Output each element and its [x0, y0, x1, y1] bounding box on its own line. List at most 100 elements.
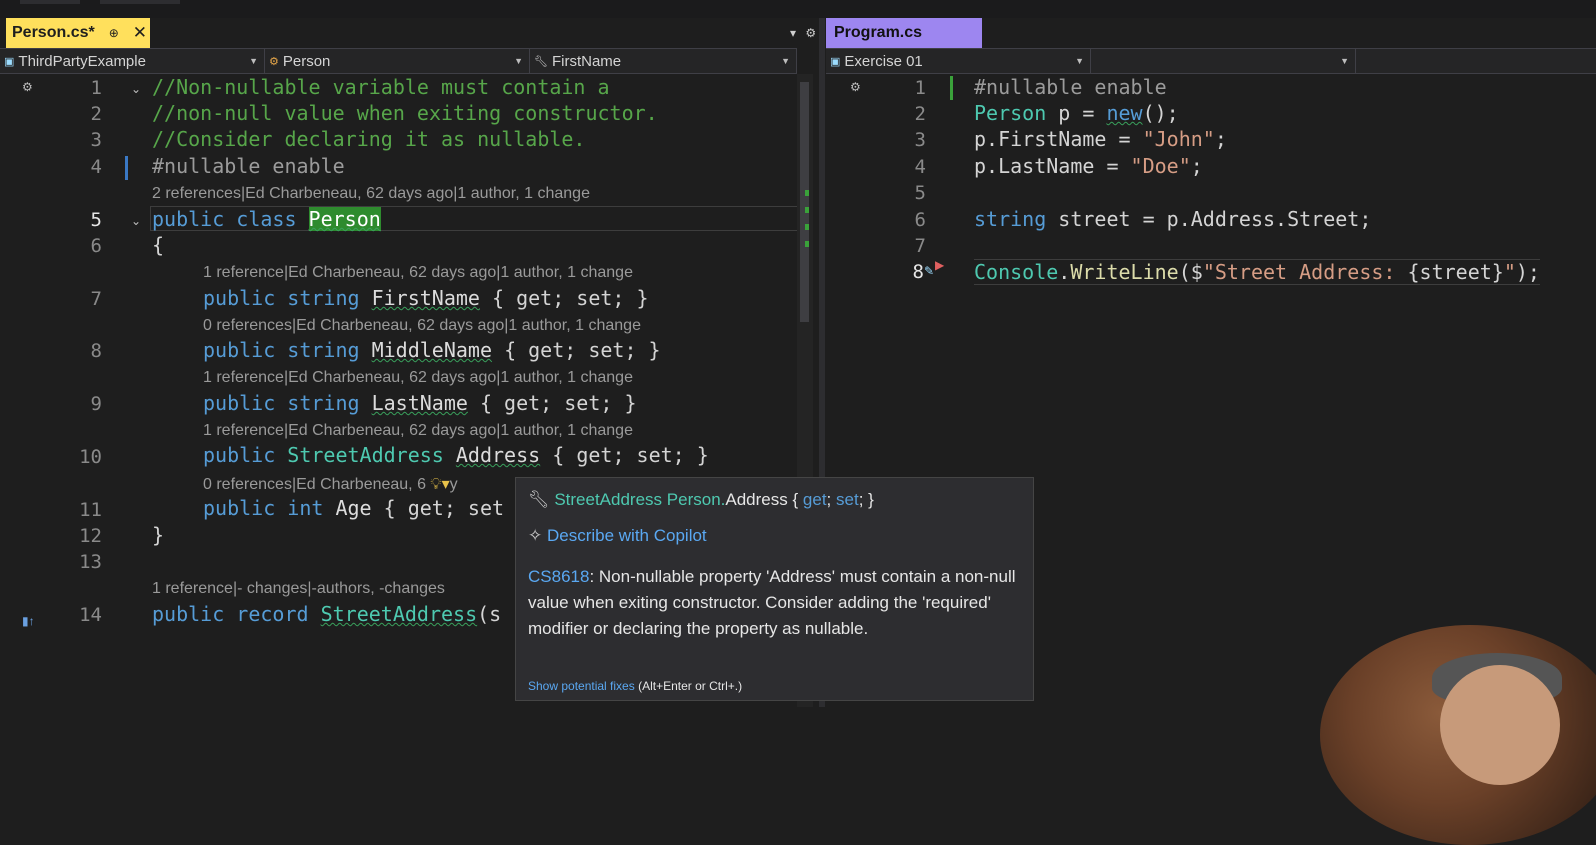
webcam-overlay [1320, 625, 1596, 845]
scrollbar-marker [805, 224, 809, 230]
chevron-down-icon: ▼ [1340, 56, 1349, 66]
string-literal: "Street Address: [1202, 260, 1408, 284]
fold-chevron-icon[interactable]: ⌄ [131, 82, 141, 96]
csharp-project-icon: ▣ [4, 55, 15, 68]
right-project-dropdown[interactable]: ▣ Exercise 01 ▼ [826, 49, 1091, 73]
keyword: public string [203, 391, 360, 415]
show-potential-fixes-link[interactable]: Show potential fixes [528, 679, 635, 693]
scrollbar-thumb[interactable] [800, 82, 809, 322]
title-strip [0, 0, 1596, 18]
type-person[interactable]: Person [974, 101, 1046, 125]
keyword: public string [203, 338, 360, 362]
line-number: 10 [79, 446, 102, 468]
line-number: 11 [79, 499, 102, 521]
text: ; [1214, 127, 1227, 151]
fold-chevron-icon[interactable]: ⌄ [131, 214, 141, 228]
type-dropdown-label: Person [282, 52, 331, 70]
property-middlename: public string MiddleName { get; set; } [203, 338, 661, 362]
breakpoint-arrow-icon[interactable]: ▶ [935, 258, 944, 272]
codelens-lastname[interactable]: 1 reference|Ed Charbeneau, 62 days ago|1… [203, 369, 633, 387]
record-name[interactable]: StreetAddress [321, 602, 478, 626]
property-firstname: public string FirstName { get; set; } [203, 286, 649, 310]
project-dropdown[interactable]: ▣ ThirdPartyExample ▼ [0, 49, 265, 73]
identifier-lastname[interactable]: LastName [372, 391, 468, 415]
type-streetaddress[interactable]: StreetAddress [287, 443, 444, 467]
type-dropdown[interactable]: ⚙ Person ▼ [265, 49, 530, 73]
text: street = p.Address.Street; [1058, 207, 1372, 231]
codelens-age[interactable]: 0 references|Ed Charbeneau, 6 💡︎▾y [203, 474, 458, 494]
codelens-middlename[interactable]: 0 references|Ed Charbeneau, 62 days ago|… [203, 317, 641, 335]
quick-actions-icon[interactable]: ⚙ [22, 80, 33, 94]
line-number: 9 [90, 393, 102, 415]
codelens-age-tail: y [449, 476, 458, 493]
record-tail: (s [477, 602, 502, 626]
breakpoint-margin-icon[interactable]: ▮↑ [22, 614, 35, 628]
right-type-dropdown[interactable]: ▼ [1091, 49, 1356, 73]
line-number: 5 [90, 209, 102, 231]
change-marker [125, 156, 128, 180]
code-line-8: Console.WriteLine($"Street Address: {str… [974, 259, 1540, 285]
class-name-person[interactable]: Person [308, 207, 381, 231]
codelens-address[interactable]: 1 reference|Ed Charbeneau, 62 days ago|1… [203, 422, 633, 440]
tab-controls: ▾ ⚙ [790, 26, 822, 40]
member-dropdown-label: FirstName [551, 52, 622, 70]
identifier-firstname[interactable]: FirstName [372, 286, 480, 310]
describe-with-copilot-link[interactable]: ✧ Describe with Copilot [528, 526, 707, 546]
code-line-6: string street = p.Address.Street; [974, 207, 1371, 231]
scrollbar-marker [805, 190, 809, 196]
tab-dropdown-icon[interactable]: ▾ [790, 26, 796, 40]
tooltip-owner[interactable]: Person. [667, 490, 726, 509]
lightbulb-icon[interactable]: 💡︎▾ [426, 476, 449, 493]
tooltip-get: get [802, 490, 827, 509]
close-tab-icon[interactable]: ✕ [133, 23, 147, 43]
pin-icon[interactable]: ⊕ [109, 26, 119, 40]
accessors: { get; set; } [552, 443, 709, 467]
presenter-face [1440, 665, 1560, 785]
method-writeline[interactable]: WriteLine [1070, 260, 1178, 284]
left-navigation-bar: ▣ ThirdPartyExample ▼ ⚙ Person ▼ 🔧︎ Firs… [0, 48, 797, 74]
screwdriver-icon[interactable]: ✎ [924, 264, 934, 278]
code-line-4: p.LastName = "Doe"; [974, 154, 1203, 178]
property-address: public stringpublic StreetAddress Addres… [203, 443, 709, 467]
identifier-middlename[interactable]: MiddleName [372, 338, 492, 362]
identifier-address[interactable]: Address [456, 443, 540, 467]
tooltip-type[interactable]: StreetAddress [554, 490, 662, 509]
tab-person-cs-label: Person.cs* [12, 24, 95, 41]
text: . [1058, 260, 1071, 284]
property-lastname: public string LastName { get; set; } [203, 391, 637, 415]
codelens-firstname[interactable]: 1 reference|Ed Charbeneau, 62 days ago|1… [203, 264, 633, 282]
tab-person-cs[interactable]: Person.cs* ⊕ ✕ [6, 18, 150, 48]
line-number: 3 [90, 129, 102, 151]
tab-program-cs[interactable]: Program.cs [826, 18, 982, 48]
right-navigation-bar: ▣ Exercise 01 ▼ ▼ [826, 48, 1596, 74]
gear-icon[interactable]: ⚙ [805, 26, 816, 40]
project-dropdown-label: ThirdPartyExample [18, 52, 146, 70]
codelens-record[interactable]: 1 reference|- changes|-authors, -changes [152, 580, 445, 598]
line-number: 4 [90, 156, 102, 178]
line-number: 8 [912, 261, 924, 283]
keyword: public class [152, 207, 297, 231]
code-comment: //Non-nullable variable must contain a [152, 75, 610, 99]
change-marker [950, 76, 953, 100]
diagnostic-code-link[interactable]: CS8618 [528, 567, 589, 586]
tooltip-brace: } [868, 490, 874, 509]
preprocessor-directive: #nullable enable [152, 154, 345, 178]
wrench-icon: 🔧︎ [534, 55, 548, 68]
string-literal: " [1503, 260, 1516, 284]
keyword-new[interactable]: new [1106, 101, 1142, 125]
code-line-2: Person p = new(); [974, 101, 1179, 125]
potential-fixes: Show potential fixes (Alt+Enter or Ctrl+… [528, 679, 742, 693]
property-age: public int Age { get; set [203, 496, 504, 520]
tooltip-signature: 🔧︎ StreetAddress Person.Address { get; s… [528, 490, 874, 509]
codelens-age-text: 0 references|Ed Charbeneau, 6 [203, 476, 426, 493]
keyword: public [203, 443, 276, 467]
accessors: { get; set; } [504, 338, 661, 362]
member-dropdown[interactable]: 🔧︎ FirstName ▼ [530, 49, 797, 73]
identifier-age[interactable]: Age [335, 496, 371, 520]
codelens-class[interactable]: 2 references|Ed Charbeneau, 62 days ago|… [152, 185, 590, 203]
accessors: { get; set [383, 496, 505, 520]
type-console[interactable]: Console [974, 260, 1058, 284]
accessors: { get; set; } [479, 391, 637, 415]
text: p.LastName = [974, 154, 1131, 178]
quick-actions-icon[interactable]: ⚙ [850, 80, 861, 94]
